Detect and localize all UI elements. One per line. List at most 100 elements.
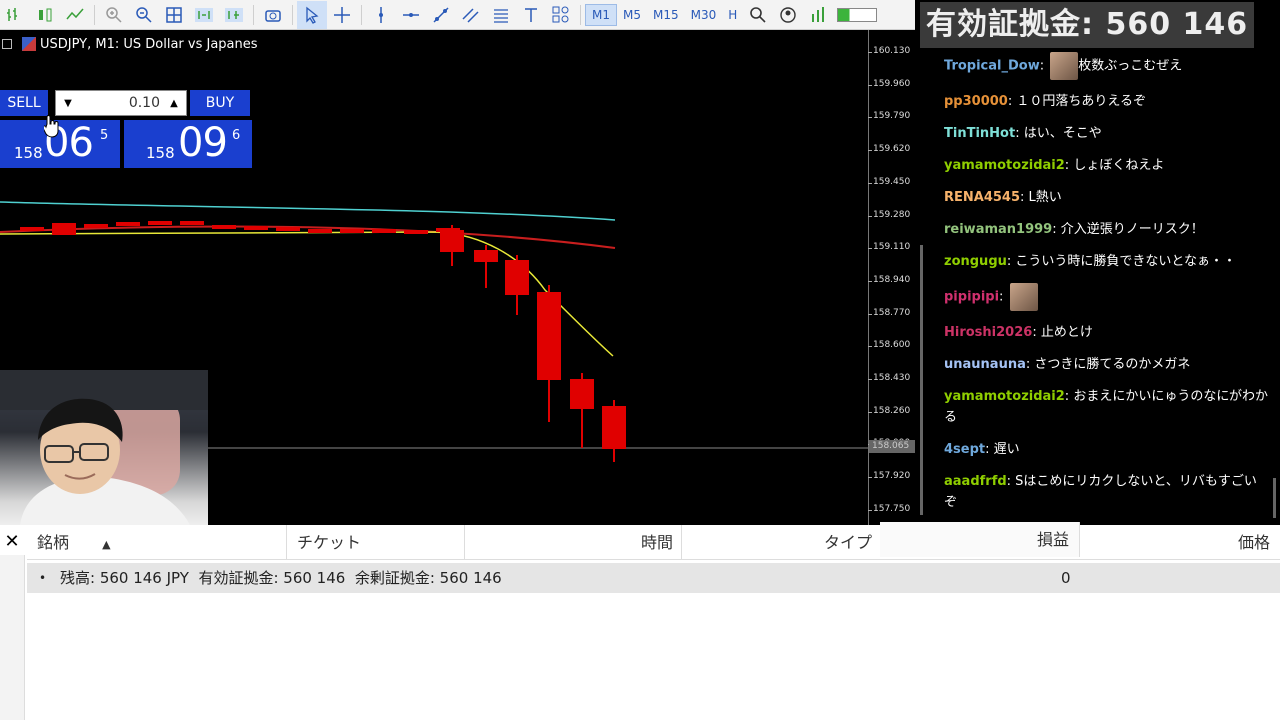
chat-username[interactable]: pp30000 <box>944 94 1008 109</box>
chat-message: unaunauna: さつきに勝てるのかメガネ <box>944 354 1269 375</box>
sell-price-box[interactable]: 158 06 5 <box>0 120 120 168</box>
chat-messages: Tropical_Dow: 枚数ぶっこむぜえ pp30000: １０円落ちありえる… <box>944 52 1269 524</box>
timeframe-m15[interactable]: M15 <box>647 4 685 26</box>
chat-username[interactable]: 4sept <box>944 442 985 457</box>
ma-cyan-line <box>0 201 616 221</box>
column-symbol-label: 銘柄 <box>37 533 70 552</box>
screen: M1 M5 M15 M30 H USDJPY, M1: US Dollar vs… <box>0 0 1280 720</box>
zoom-in-icon[interactable] <box>99 1 129 29</box>
candle-small <box>52 223 76 235</box>
price-axis-label: 159.620 <box>867 144 911 155</box>
cursor-icon[interactable] <box>297 0 327 29</box>
buy-button[interactable]: BUY <box>190 90 250 116</box>
chat-message: pp30000: １０円落ちありえるぞ <box>944 91 1269 112</box>
screenshot-icon[interactable] <box>258 1 288 29</box>
chat-scrollbar[interactable] <box>920 245 923 515</box>
timeframe-h[interactable]: H <box>722 4 743 26</box>
streamer-image <box>0 370 208 525</box>
candle-body <box>440 230 464 252</box>
column-profit[interactable]: 損益 <box>880 522 1080 557</box>
price-axis-label: 159.110 <box>867 242 911 253</box>
chat-separator: : <box>985 442 994 457</box>
text-icon[interactable] <box>516 1 546 29</box>
symbol-icon <box>22 37 36 51</box>
chat-text: 遅い <box>993 442 1020 457</box>
price-axis-label: 157.750 <box>867 503 911 514</box>
column-time[interactable]: 時間 <box>465 525 682 560</box>
chat-message: aaadfrfd: Sはこめにリカクしないと、リバもすごいぞ <box>944 471 1269 513</box>
chat-username[interactable]: TinTinHot <box>944 126 1015 141</box>
channel-icon[interactable] <box>456 1 486 29</box>
column-type[interactable]: タイプ <box>682 525 880 560</box>
timeframe-m1[interactable]: M1 <box>585 3 617 26</box>
column-price[interactable]: 価格 <box>1080 525 1280 560</box>
chat-username[interactable]: zongugu <box>944 254 1007 269</box>
candle-small <box>212 225 236 229</box>
chat-message: yamamotozidai2: しょぼくねえよ <box>944 155 1269 176</box>
chat-username[interactable]: Hiroshi2026 <box>944 325 1032 340</box>
timeframe-m30[interactable]: M30 <box>685 4 723 26</box>
chat-message: RENA4545: L熱い <box>944 187 1269 208</box>
connection-bar <box>837 7 878 22</box>
horizontal-line-icon[interactable] <box>396 1 426 29</box>
chat-separator: : <box>1015 126 1024 141</box>
chat-username[interactable]: reiwaman1999 <box>944 222 1052 237</box>
chat-username[interactable]: pipipipi <box>944 290 999 305</box>
chat-username[interactable]: Tropical_Dow <box>944 59 1040 74</box>
column-ticket[interactable]: チケット <box>287 525 465 560</box>
lot-size-box: ▼ ▲ <box>55 90 187 116</box>
user-avatar <box>1050 52 1079 80</box>
equity-overlay: 有効証拠金: 560 146 <box>920 2 1255 48</box>
sell-button[interactable]: SELL <box>0 90 48 116</box>
candle-chart-icon[interactable] <box>30 1 60 29</box>
chat-text: L熱い <box>1028 190 1062 205</box>
auto-scroll-icon[interactable] <box>189 1 219 29</box>
chat-username[interactable]: aaadfrfd <box>944 474 1007 489</box>
timeframe-m5[interactable]: M5 <box>617 4 647 26</box>
chat-username[interactable]: yamamotozidai2 <box>944 389 1065 404</box>
candle-small <box>116 222 140 226</box>
toolbar-divider <box>580 4 581 25</box>
fibonacci-icon[interactable] <box>486 1 516 29</box>
chat-username[interactable]: unaunauna <box>944 357 1026 372</box>
menu-icon[interactable] <box>2 39 12 49</box>
zoom-out-icon[interactable] <box>129 1 159 29</box>
balance-row[interactable]: • 残高: 560 146 JPY 有効証拠金: 560 146 余剰証拠金: … <box>27 563 1280 593</box>
candle-body <box>505 260 529 295</box>
toolbar-divider <box>94 4 95 25</box>
chat-scrollbar-thumb[interactable] <box>1273 478 1276 518</box>
sell-price-prefix: 158 <box>14 144 43 162</box>
price-axis-label: 157.920 <box>867 471 911 482</box>
vertical-line-icon[interactable] <box>366 1 396 29</box>
chat-username[interactable]: yamamotozidai2 <box>944 158 1065 173</box>
balance-summary: 残高: 560 146 JPY 有効証拠金: 560 146 余剰証拠金: 56… <box>60 569 502 587</box>
shapes-icon[interactable] <box>546 1 576 29</box>
bar-chart-icon[interactable] <box>0 1 30 29</box>
chat-text: こういう時に勝負できないとなぁ・・ <box>1015 254 1237 269</box>
chat-username[interactable]: RENA4545 <box>944 190 1020 205</box>
chat-panel: 有効証拠金: 560 146 Tropical_Dow: 枚数ぶっこむぜえ pp3… <box>915 0 1280 525</box>
profit-value: 0 <box>1061 569 1071 587</box>
account-icon[interactable] <box>773 1 803 29</box>
user-avatar <box>1009 283 1038 311</box>
price-axis-label: 158.600 <box>867 340 911 351</box>
close-icon[interactable]: ✕ <box>3 531 21 552</box>
crosshair-icon[interactable] <box>327 1 357 29</box>
terminal-panel: ✕ 銘柄 ▲ チケット 時間 タイプ 損益 価格 • 残高: 560 146 J… <box>0 522 1280 720</box>
chat-text: はい、そこや <box>1023 126 1102 141</box>
lot-increase-icon[interactable]: ▲ <box>164 93 184 113</box>
chat-message: Tropical_Dow: 枚数ぶっこむぜえ <box>944 52 1269 80</box>
buy-price-box[interactable]: 158 09 6 <box>124 120 252 168</box>
trendline-icon[interactable] <box>426 1 456 29</box>
chat-message: zongugu: こういう時に勝負できないとなぁ・・ <box>944 251 1269 272</box>
price-axis-label: 159.450 <box>867 176 911 187</box>
candle-body <box>570 379 594 409</box>
line-chart-icon[interactable] <box>60 1 90 29</box>
chart-shift-icon[interactable] <box>219 1 249 29</box>
search-icon[interactable] <box>743 1 773 29</box>
lot-decrease-icon[interactable]: ▼ <box>58 93 78 113</box>
grid-icon[interactable] <box>159 1 189 29</box>
column-symbol[interactable]: 銘柄 ▲ <box>27 525 287 560</box>
lot-size-input[interactable] <box>80 93 160 113</box>
signal-icon <box>803 1 833 29</box>
